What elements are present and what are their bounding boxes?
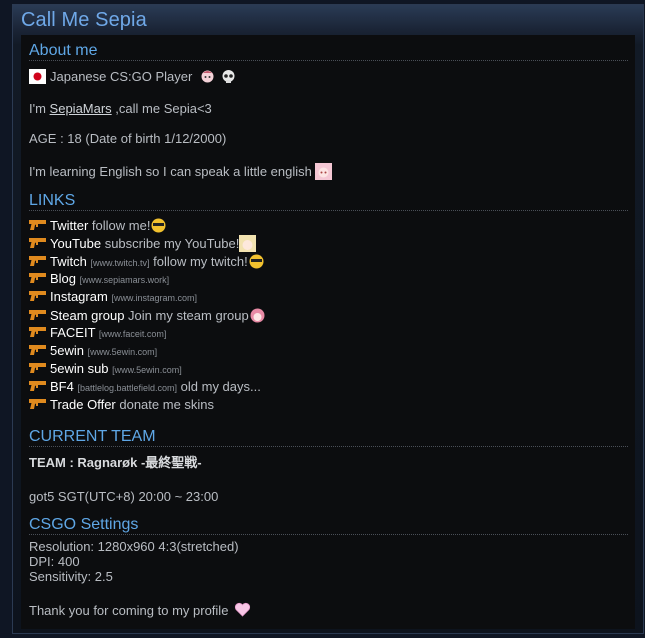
link-row: 5ewin [www.5ewin.com]	[29, 343, 157, 360]
anime-girl-emoticon-icon	[200, 70, 214, 83]
team-heading: CURRENT TEAM	[29, 427, 628, 447]
skull-emoticon-icon	[222, 70, 235, 83]
link-row: YouTube subscribe my YouTube!	[29, 235, 257, 252]
link-name[interactable]: 5ewin sub	[50, 361, 109, 376]
link-name[interactable]: Instagram	[50, 289, 108, 304]
profile-summary-panel: Call Me Sepia About me Japanese CS:GO Pl…	[12, 4, 644, 634]
about-line-age: AGE : 18 (Date of birth 1/12/2000)	[29, 131, 227, 146]
link-domain: [www.instagram.com]	[111, 293, 197, 303]
csgo-sensitivity: Sensitivity: 2.5	[29, 569, 113, 584]
sunglasses-emoticon-icon	[249, 254, 264, 269]
link-domain: [battlelog.battlefield.com]	[77, 383, 178, 393]
link-name[interactable]: Trade Offer	[50, 397, 116, 412]
link-note: Join my steam group	[124, 308, 249, 323]
pink-girl-emoticon-icon	[250, 308, 265, 323]
pistol-icon	[29, 363, 46, 373]
team-line: TEAM : Ragnarøk -最終聖戦-	[29, 455, 202, 470]
pistol-icon	[29, 238, 46, 248]
link-domain: [www.twitch.tv]	[90, 258, 150, 268]
link-name[interactable]: Blog	[50, 271, 76, 286]
link-name[interactable]: Twitter	[50, 218, 88, 233]
link-row: 5ewin sub [www.5ewin.com]	[29, 361, 182, 378]
link-row: Steam group Join my steam group	[29, 307, 266, 324]
pistol-icon	[29, 345, 46, 355]
link-row: Twitter follow me!	[29, 217, 167, 234]
link-note: old my days...	[180, 379, 261, 394]
about-heading: About me	[29, 41, 628, 61]
link-name[interactable]: BF4	[50, 379, 74, 394]
pink-hair-girl-emoticon-icon	[315, 163, 333, 180]
link-row: Trade Offer donate me skins	[29, 397, 214, 413]
link-name[interactable]: 5ewin	[50, 343, 84, 358]
blonde-girl-emoticon-icon	[239, 235, 257, 252]
about-player-text: Japanese CS:GO Player	[50, 69, 193, 84]
link-domain: [www.faceit.com]	[98, 329, 167, 339]
link-row: Blog [www.sepiamars.work]	[29, 271, 169, 288]
link-domain: [www.5ewin.com]	[112, 365, 182, 375]
link-note: subscribe my YouTube!	[101, 236, 240, 251]
pistol-icon	[29, 220, 46, 230]
link-domain: [www.5ewin.com]	[87, 347, 158, 357]
heart-icon	[235, 602, 251, 617]
link-row: Instagram [www.instagram.com]	[29, 289, 197, 306]
pistol-icon	[29, 291, 46, 301]
pistol-icon	[29, 327, 46, 337]
link-note: donate me skins	[115, 397, 215, 412]
link-note: follow me!	[88, 218, 151, 233]
profile-title: Call Me Sepia	[21, 9, 147, 31]
pistol-icon	[29, 273, 46, 283]
link-name[interactable]: YouTube	[50, 236, 101, 251]
link-name[interactable]: FACEIT	[50, 325, 95, 340]
about-line-name: I'm SepiaMars ,call me Sepia<3	[29, 101, 212, 116]
pistol-icon	[29, 310, 46, 320]
team-name: Ragnarøk -最終聖戦-	[77, 455, 202, 470]
japan-flag-icon	[29, 69, 46, 84]
thanks-line: Thank you for coming to my profile	[29, 602, 251, 619]
link-row: Twitch [www.twitch.tv] follow my twitch!	[29, 253, 265, 271]
links-heading: LINKS	[29, 191, 628, 211]
link-name[interactable]: Steam group	[50, 308, 124, 323]
csgo-resolution: Resolution: 1280x960 4:3(stretched)	[29, 539, 239, 554]
pistol-icon	[29, 381, 46, 391]
about-line-english: I'm learning English so I can speak a li…	[29, 163, 333, 180]
pistol-icon	[29, 256, 46, 266]
link-row: BF4 [battlelog.battlefield.com] old my d…	[29, 379, 261, 396]
profile-content: About me Japanese CS:GO Player I'm Sepia…	[21, 35, 635, 629]
team-schedule: got5 SGT(UTC+8) 20:00 ~ 23:00	[29, 489, 219, 504]
link-domain: [www.sepiamars.work]	[79, 275, 170, 285]
csgo-dpi: DPI: 400	[29, 554, 80, 569]
csgo-heading: CSGO Settings	[29, 515, 628, 535]
sunglasses-emoticon-icon	[151, 218, 166, 233]
link-note: follow my twitch!	[153, 254, 248, 269]
about-line-player: Japanese CS:GO Player	[29, 68, 237, 85]
pistol-icon	[29, 399, 46, 409]
sepiamars-link[interactable]: SepiaMars	[50, 101, 112, 116]
link-name[interactable]: Twitch	[50, 254, 87, 269]
link-row: FACEIT [www.faceit.com]	[29, 325, 166, 342]
